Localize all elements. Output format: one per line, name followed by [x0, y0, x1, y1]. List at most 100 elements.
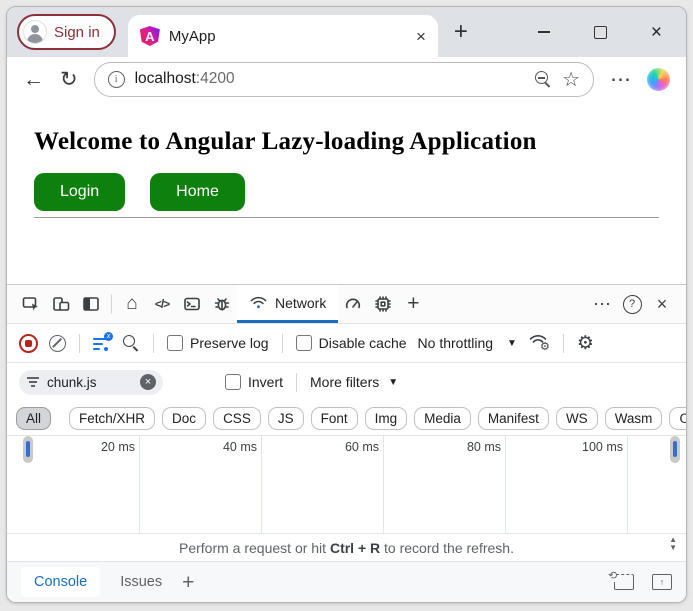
drawer-add-tab-button[interactable]: + [182, 572, 194, 593]
login-button[interactable]: Login [34, 173, 125, 211]
filter-row: chunk.js × Invert More filters ▼ [7, 363, 686, 401]
drawer-tab-issues[interactable]: Issues [120, 574, 162, 590]
page-title: Welcome to Angular Lazy-loading Applicat… [34, 128, 659, 156]
browser-menu-button[interactable]: ⋯ [610, 69, 631, 90]
site-info-icon[interactable]: i [108, 71, 125, 88]
devtools-panel: ⌂ </> Network [7, 284, 686, 602]
timeline-tick-label: 40 ms [147, 440, 257, 454]
angular-favicon-icon: A [140, 26, 160, 46]
minimize-button[interactable] [538, 31, 550, 33]
timeline-tick-label: 100 ms [513, 440, 623, 454]
network-overview-timeline[interactable]: 20 ms 40 ms 60 ms 80 ms 100 ms [7, 436, 686, 534]
dropdown-arrow-icon: ▼ [507, 338, 517, 349]
zoom-out-icon[interactable] [534, 70, 552, 88]
window-close-button[interactable]: × [651, 23, 662, 42]
url-text: localhost:4200 [135, 70, 235, 88]
window-controls: × [538, 23, 676, 42]
network-settings-gear-icon[interactable]: ⚙ [577, 334, 594, 353]
timeline-gridline [383, 436, 384, 533]
scroll-spinner[interactable]: ▲ ▼ [669, 536, 677, 552]
dropdown-arrow-icon: ▼ [388, 377, 398, 388]
maximize-button[interactable] [594, 26, 607, 39]
refresh-button[interactable]: ↻ [60, 69, 78, 90]
more-filters-button[interactable]: More filters ▼ [310, 374, 398, 390]
tab-title: MyApp [169, 28, 407, 45]
chip-img[interactable]: Img [365, 407, 408, 430]
clear-network-log-icon[interactable] [49, 335, 66, 352]
page-content: Welcome to Angular Lazy-loading Applicat… [7, 101, 686, 284]
devtools-drawer: Console Issues + ↑ [7, 562, 686, 602]
devtools-tab-bar: ⌂ </> Network [7, 285, 686, 323]
chip-ws[interactable]: WS [556, 407, 598, 430]
button-row: Login Home [34, 173, 659, 211]
debugger-tab-icon[interactable] [207, 289, 237, 319]
signin-button[interactable]: Sign in [17, 14, 116, 50]
tab-close-icon[interactable]: × [416, 28, 426, 45]
drawer-expand-icon[interactable]: ↑ [652, 574, 672, 590]
home-button[interactable]: Home [150, 173, 245, 211]
chip-manifest[interactable]: Manifest [478, 407, 549, 430]
elements-tab-icon[interactable]: </> [147, 289, 177, 319]
wifi-icon [249, 294, 268, 311]
filter-input[interactable]: chunk.js × [19, 370, 163, 395]
favorite-star-icon[interactable]: ☆ [562, 67, 580, 92]
welcome-tab-icon[interactable]: ⌂ [117, 289, 147, 319]
throttling-dropdown[interactable]: No throttling ▼ [418, 335, 517, 351]
browser-tab[interactable]: A MyApp × [128, 15, 438, 57]
browser-window: Sign in A MyApp × + × ← ↻ i localhost:42… [6, 6, 687, 603]
timeline-tick-label: 80 ms [391, 440, 501, 454]
drawer-refresh-icon[interactable] [614, 574, 634, 590]
record-network-log-button[interactable] [19, 334, 38, 353]
performance-tab-icon[interactable] [338, 289, 368, 319]
profile-avatar-icon [23, 20, 47, 44]
chip-js[interactable]: JS [268, 407, 304, 430]
new-tab-button[interactable]: + [454, 20, 468, 44]
disable-cache-checkbox[interactable]: Disable cache [296, 335, 407, 351]
timeline-tick-label: 60 ms [269, 440, 379, 454]
timeline-gridline [261, 436, 262, 533]
back-button[interactable]: ← [23, 69, 44, 90]
clear-filter-icon[interactable]: × [140, 374, 156, 390]
chip-all[interactable]: All [16, 407, 51, 430]
device-emulation-icon[interactable] [46, 289, 76, 319]
address-bar[interactable]: i localhost:4200 ☆ [94, 62, 594, 97]
chip-other[interactable]: Other [669, 407, 687, 430]
shortcut-key: Ctrl + R [330, 540, 380, 556]
network-empty-message: Perform a request or hit Ctrl + R to rec… [7, 534, 686, 562]
memory-tab-icon[interactable] [368, 289, 398, 319]
timeline-gridline [139, 436, 140, 533]
resource-type-filter-row: All Fetch/XHR Doc CSS JS Font Img Media Manifest… [7, 401, 686, 436]
copilot-icon[interactable] [647, 68, 670, 91]
timeline-gridline [627, 436, 628, 533]
more-tabs-button[interactable]: + [398, 289, 428, 319]
inspect-element-icon[interactable] [16, 289, 46, 319]
devtools-help-button[interactable]: ? [617, 289, 647, 319]
chip-media[interactable]: Media [414, 407, 471, 430]
network-conditions-icon[interactable]: ⚙ [528, 333, 550, 353]
signin-label: Sign in [54, 24, 100, 41]
invert-checkbox[interactable]: Invert [225, 374, 283, 390]
scroll-down-icon: ▼ [669, 544, 677, 552]
chip-wasm[interactable]: Wasm [605, 407, 663, 430]
preserve-log-checkbox[interactable]: Preserve log [167, 335, 269, 351]
filter-toggle-icon[interactable]: x [93, 335, 111, 351]
drawer-tab-console[interactable]: Console [21, 567, 100, 597]
overview-right-handle[interactable] [670, 436, 680, 463]
network-toolbar: x Preserve log Disable cache No throttli… [7, 323, 686, 363]
filter-funnel-icon [26, 376, 39, 388]
search-icon[interactable] [122, 334, 140, 352]
timeline-tick-label: 20 ms [25, 440, 135, 454]
chip-fetch-xhr[interactable]: Fetch/XHR [69, 407, 155, 430]
network-tab-label: Network [275, 295, 326, 311]
console-tab-icon[interactable] [177, 289, 207, 319]
devtools-close-button[interactable]: × [647, 289, 677, 319]
chip-css[interactable]: CSS [213, 407, 261, 430]
divider [34, 217, 659, 218]
chip-doc[interactable]: Doc [162, 407, 206, 430]
devtools-menu-button[interactable]: ⋯ [587, 289, 617, 319]
dock-side-icon[interactable] [76, 289, 106, 319]
navigation-bar: ← ↻ i localhost:4200 ☆ ⋯ [7, 57, 686, 101]
chip-font[interactable]: Font [311, 407, 358, 430]
network-tab[interactable]: Network [237, 285, 338, 323]
tab-strip: Sign in A MyApp × + × [7, 7, 686, 57]
